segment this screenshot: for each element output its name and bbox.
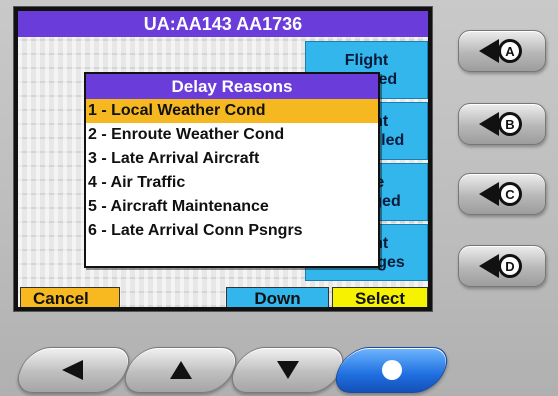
display-screen: UA:AA143 AA1736 Flight Delayed Flight Ca…: [13, 6, 433, 312]
nav-enter-button[interactable]: [328, 347, 455, 393]
hardware-button-c[interactable]: C: [458, 173, 546, 215]
delay-reason-item[interactable]: 6 - Late Arrival Conn Psngrs: [86, 219, 378, 243]
hardware-a-letter: A: [505, 44, 515, 59]
hardware-button-a[interactable]: A: [458, 30, 546, 72]
hardware-b-letter: B: [505, 117, 514, 132]
delay-reason-item[interactable]: 4 - Air Traffic: [86, 171, 378, 195]
hardware-d-letter: D: [505, 259, 514, 274]
circle-icon: [381, 360, 402, 380]
arrow-left-icon: [61, 360, 83, 380]
popup-title: Delay Reasons: [86, 74, 378, 99]
arrow-b-icon: B: [479, 112, 522, 136]
delay-reason-item[interactable]: 1 - Local Weather Cond: [86, 99, 378, 123]
hardware-button-d[interactable]: D: [458, 245, 546, 287]
arrow-down-icon: [276, 361, 299, 379]
select-button[interactable]: Select: [332, 287, 428, 307]
delay-reason-item[interactable]: 5 - Aircraft Maintenance: [86, 195, 378, 219]
delay-reasons-list: 1 - Local Weather Cond 2 - Enroute Weath…: [86, 99, 378, 243]
screen-content: UA:AA143 AA1736 Flight Delayed Flight Ca…: [18, 11, 428, 307]
nav-up-button[interactable]: [117, 347, 244, 393]
down-button[interactable]: Down: [226, 287, 329, 307]
nav-down-button[interactable]: [224, 347, 351, 393]
delay-reason-item[interactable]: 2 - Enroute Weather Cond: [86, 123, 378, 147]
hardware-c-letter: C: [505, 187, 515, 202]
window-title: UA:AA143 AA1736: [18, 11, 428, 37]
arrow-up-icon: [169, 361, 192, 379]
arrow-c-icon: C: [479, 182, 522, 206]
delay-reason-item[interactable]: 3 - Late Arrival Aircraft: [86, 147, 378, 171]
cancel-button[interactable]: Cancel: [20, 287, 120, 307]
nav-left-button[interactable]: [10, 347, 137, 393]
delay-reasons-popup: Delay Reasons 1 - Local Weather Cond 2 -…: [84, 72, 380, 268]
arrow-d-icon: D: [479, 254, 522, 278]
arrow-a-icon: A: [479, 39, 522, 63]
hardware-button-b[interactable]: B: [458, 103, 546, 145]
